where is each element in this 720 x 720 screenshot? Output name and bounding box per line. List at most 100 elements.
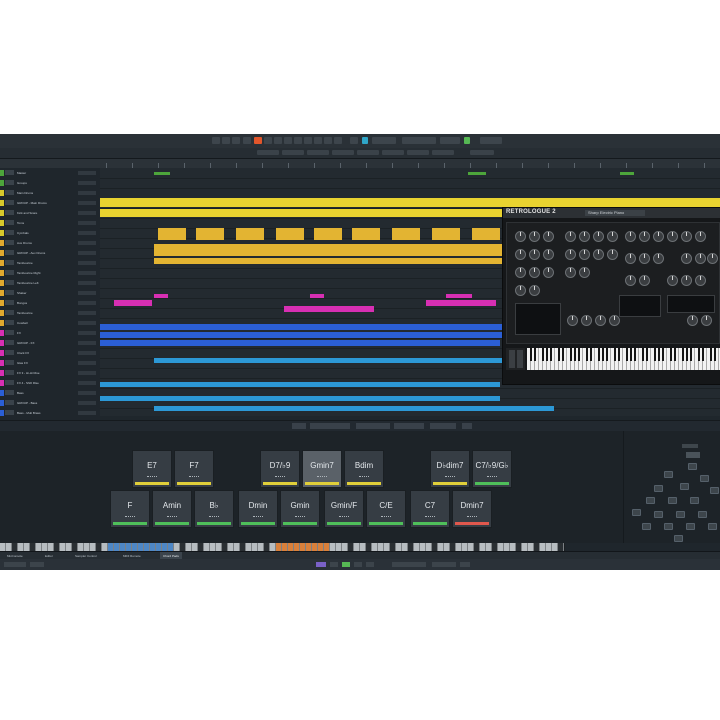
- subbar-tab-7[interactable]: [407, 150, 429, 155]
- arrange-clip[interactable]: [154, 258, 554, 264]
- arrange-clip[interactable]: [100, 340, 500, 346]
- black-key[interactable]: [642, 348, 644, 361]
- black-key[interactable]: [578, 348, 580, 361]
- track-controls[interactable]: [78, 221, 96, 225]
- arrange-clip[interactable]: [276, 228, 304, 240]
- synth-knob[interactable]: [529, 231, 540, 242]
- pads-toolbar-button[interactable]: [292, 423, 306, 429]
- color-select[interactable]: [480, 137, 502, 144]
- black-key[interactable]: [702, 348, 704, 361]
- black-key[interactable]: [598, 348, 600, 361]
- synth-knob[interactable]: [653, 231, 664, 242]
- track-row[interactable]: Bass - Mult Brass: [0, 410, 100, 416]
- black-key[interactable]: [574, 348, 576, 361]
- mod-wheel[interactable]: [517, 350, 523, 368]
- black-key[interactable]: [590, 348, 592, 361]
- synth-knob[interactable]: [653, 253, 664, 264]
- black-key[interactable]: [530, 348, 532, 361]
- tempo-display[interactable]: [432, 562, 456, 567]
- plugin-title-bar[interactable]: RETROLOGUE 2 Sharp Electric Piano: [503, 208, 720, 218]
- synth-knob[interactable]: [701, 315, 712, 326]
- synth-knob[interactable]: [639, 275, 650, 286]
- synth-knob[interactable]: [681, 253, 692, 264]
- black-key[interactable]: [682, 348, 684, 361]
- subbar-tab-1[interactable]: [257, 150, 279, 155]
- pads-player-select[interactable]: [310, 423, 350, 429]
- chord-pad[interactable]: Dmin7: [452, 490, 492, 528]
- black-key[interactable]: [558, 348, 560, 361]
- plugin-keyboard[interactable]: [527, 348, 720, 370]
- pads-settings-icon[interactable]: [462, 423, 472, 429]
- synth-knob[interactable]: [543, 231, 554, 242]
- track-controls[interactable]: [78, 341, 96, 345]
- chord-pad[interactable]: Dmin: [238, 490, 278, 528]
- track-controls[interactable]: [78, 281, 96, 285]
- synth-knob[interactable]: [543, 249, 554, 260]
- track-row[interactable]: Toms: [0, 220, 100, 226]
- arrange-clip[interactable]: [446, 294, 472, 298]
- subbar-tab-2[interactable]: [282, 150, 304, 155]
- arrange-clip[interactable]: [620, 172, 634, 175]
- grid-type-select[interactable]: [402, 137, 436, 144]
- track-controls[interactable]: [78, 181, 96, 185]
- chord-assistant-mode[interactable]: [682, 444, 698, 448]
- synth-knob[interactable]: [581, 315, 592, 326]
- play-button[interactable]: [342, 562, 350, 567]
- chord-node[interactable]: [688, 463, 697, 470]
- track-row[interactable]: Tambourine: [0, 310, 100, 316]
- chord-node[interactable]: [642, 523, 651, 530]
- track-controls[interactable]: [78, 391, 96, 395]
- chord-pads-keyboard[interactable]: [0, 543, 565, 551]
- chord-pad[interactable]: D♭dim7: [430, 450, 470, 488]
- arrange-clip[interactable]: [114, 300, 152, 306]
- chord-pad[interactable]: Gmin/F: [324, 490, 364, 528]
- arrange-clip[interactable]: [236, 228, 264, 240]
- track-row[interactable]: Main Drums: [0, 190, 100, 196]
- black-key[interactable]: [626, 348, 628, 361]
- synth-knob[interactable]: [565, 249, 576, 260]
- object-selection-tool-icon[interactable]: [254, 137, 262, 144]
- constrain-delay-button[interactable]: [243, 137, 251, 144]
- black-key[interactable]: [658, 348, 660, 361]
- synth-knob[interactable]: [625, 231, 636, 242]
- arrange-clip[interactable]: [154, 406, 554, 411]
- mute-tool-icon[interactable]: [314, 137, 322, 144]
- track-row[interactable]: Bongos: [0, 300, 100, 306]
- black-key[interactable]: [670, 348, 672, 361]
- black-key[interactable]: [646, 348, 648, 361]
- glue-tool-icon[interactable]: [284, 137, 292, 144]
- synth-knob[interactable]: [607, 249, 618, 260]
- black-key[interactable]: [602, 348, 604, 361]
- range-tool-icon[interactable]: [264, 137, 272, 144]
- pads-voicing-select[interactable]: [430, 423, 456, 429]
- synth-knob[interactable]: [681, 231, 692, 242]
- arrange-clip[interactable]: [284, 306, 374, 312]
- track-row[interactable]: FX: [0, 330, 100, 336]
- chord-assistant-center[interactable]: [686, 452, 700, 458]
- snap-toggle-icon[interactable]: [362, 137, 368, 144]
- track-controls[interactable]: [78, 401, 96, 405]
- track-controls[interactable]: [78, 171, 96, 175]
- black-key[interactable]: [630, 348, 632, 361]
- chord-node[interactable]: [632, 509, 641, 516]
- track-row[interactable]: GROUP - FX: [0, 340, 100, 346]
- auto-scroll-icon[interactable]: [350, 137, 358, 144]
- chord-pad[interactable]: E7: [132, 450, 172, 488]
- chord-node[interactable]: [700, 475, 709, 482]
- track-row[interactable]: Master: [0, 170, 100, 176]
- track-row[interactable]: Tambourine Left: [0, 280, 100, 286]
- track-controls[interactable]: [78, 291, 96, 295]
- track-row[interactable]: Aux Drums: [0, 240, 100, 246]
- synth-knob[interactable]: [695, 275, 706, 286]
- track-row[interactable]: FX 4 - Shift Rise: [0, 380, 100, 386]
- black-key[interactable]: [690, 348, 692, 361]
- subbar-tab-3[interactable]: [307, 150, 329, 155]
- quantize-select[interactable]: [440, 137, 460, 144]
- black-key[interactable]: [542, 348, 544, 361]
- pads-chord-select[interactable]: [394, 423, 424, 429]
- chord-pad[interactable]: C7/♭9/G♭: [472, 450, 512, 488]
- arrange-clip[interactable]: [100, 396, 500, 401]
- synth-knob[interactable]: [667, 231, 678, 242]
- track-controls[interactable]: [78, 351, 96, 355]
- chord-pad[interactable]: F: [110, 490, 150, 528]
